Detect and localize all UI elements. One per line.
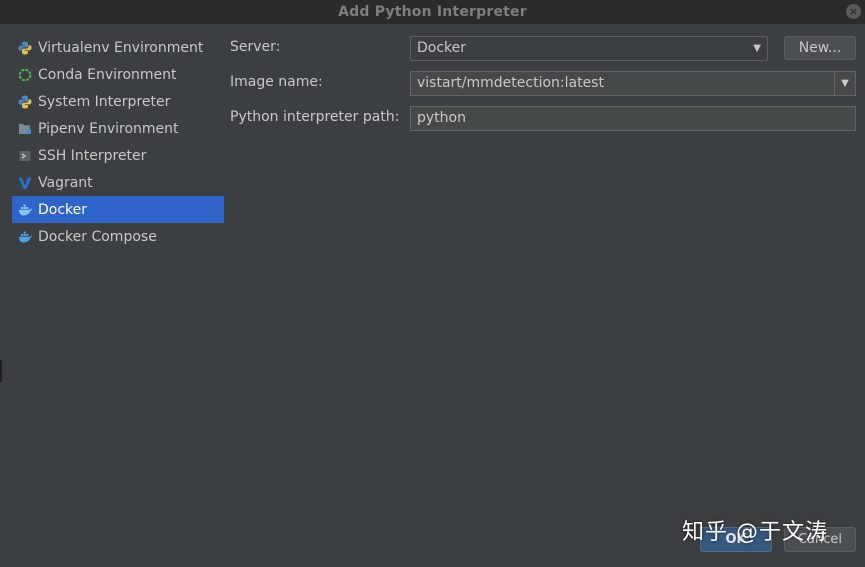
window-edge-divider — [0, 360, 2, 382]
add-python-interpreter-dialog: Add Python Interpreter × Virtualenv Envi… — [0, 0, 865, 567]
interpreter-type-list: Virtualenv Environment Conda Environment… — [12, 34, 224, 250]
sidebar-item-label: SSH Interpreter — [38, 147, 147, 164]
conda-icon — [17, 67, 33, 83]
watermark-text: 知乎 @于文涛 — [682, 520, 828, 545]
server-select[interactable]: Docker ▼ — [410, 36, 768, 61]
sidebar-item-label: Conda Environment — [38, 66, 177, 83]
sidebar-item-label: System Interpreter — [38, 93, 171, 110]
vagrant-icon — [17, 175, 33, 191]
server-row: Server: Docker ▼ New... — [230, 36, 856, 61]
python-icon — [17, 40, 33, 56]
chevron-down-icon: ▼ — [753, 43, 761, 54]
pipenv-icon — [17, 121, 33, 137]
image-name-row: Image name: vistart/mmdetection:latest ▼ — [230, 71, 856, 96]
sidebar-item-label: Pipenv Environment — [38, 120, 179, 137]
terminal-icon — [17, 148, 33, 164]
close-icon[interactable]: × — [846, 4, 861, 19]
dialog-title: Add Python Interpreter — [338, 4, 527, 20]
sidebar-item-docker[interactable]: Docker — [12, 196, 224, 223]
interpreter-path-input[interactable]: python — [410, 106, 856, 131]
image-name-combobox[interactable]: vistart/mmdetection:latest ▼ — [410, 71, 856, 96]
server-label: Server: — [230, 39, 281, 55]
docker-icon — [17, 202, 33, 218]
new-server-button[interactable]: New... — [784, 36, 856, 60]
sidebar-item-vagrant[interactable]: Vagrant — [12, 169, 224, 196]
sidebar-item-pipenv[interactable]: Pipenv Environment — [12, 115, 224, 142]
sidebar-item-label: Virtualenv Environment — [38, 39, 204, 56]
interpreter-path-value: python — [417, 110, 466, 126]
docker-icon — [17, 229, 33, 245]
server-select-value: Docker — [417, 40, 467, 56]
sidebar-item-label: Vagrant — [38, 174, 93, 191]
sidebar-item-system[interactable]: System Interpreter — [12, 88, 224, 115]
sidebar-item-label: Docker — [38, 201, 88, 218]
sidebar-item-conda[interactable]: Conda Environment — [12, 61, 224, 88]
interpreter-path-row: Python interpreter path: python — [230, 106, 856, 131]
sidebar-item-virtualenv[interactable]: Virtualenv Environment — [12, 34, 224, 61]
chevron-down-icon[interactable]: ▼ — [834, 72, 855, 95]
image-name-label: Image name: — [230, 74, 323, 90]
image-name-value: vistart/mmdetection:latest — [417, 75, 604, 91]
sidebar-item-docker-compose[interactable]: Docker Compose — [12, 223, 224, 250]
interpreter-path-label: Python interpreter path: — [230, 109, 400, 125]
titlebar: Add Python Interpreter × — [0, 0, 865, 24]
sidebar-item-label: Docker Compose — [38, 228, 157, 245]
sidebar-item-ssh[interactable]: SSH Interpreter — [12, 142, 224, 169]
python-icon — [17, 94, 33, 110]
docker-settings-form: Server: Docker ▼ New... Image name: vist… — [230, 36, 856, 141]
